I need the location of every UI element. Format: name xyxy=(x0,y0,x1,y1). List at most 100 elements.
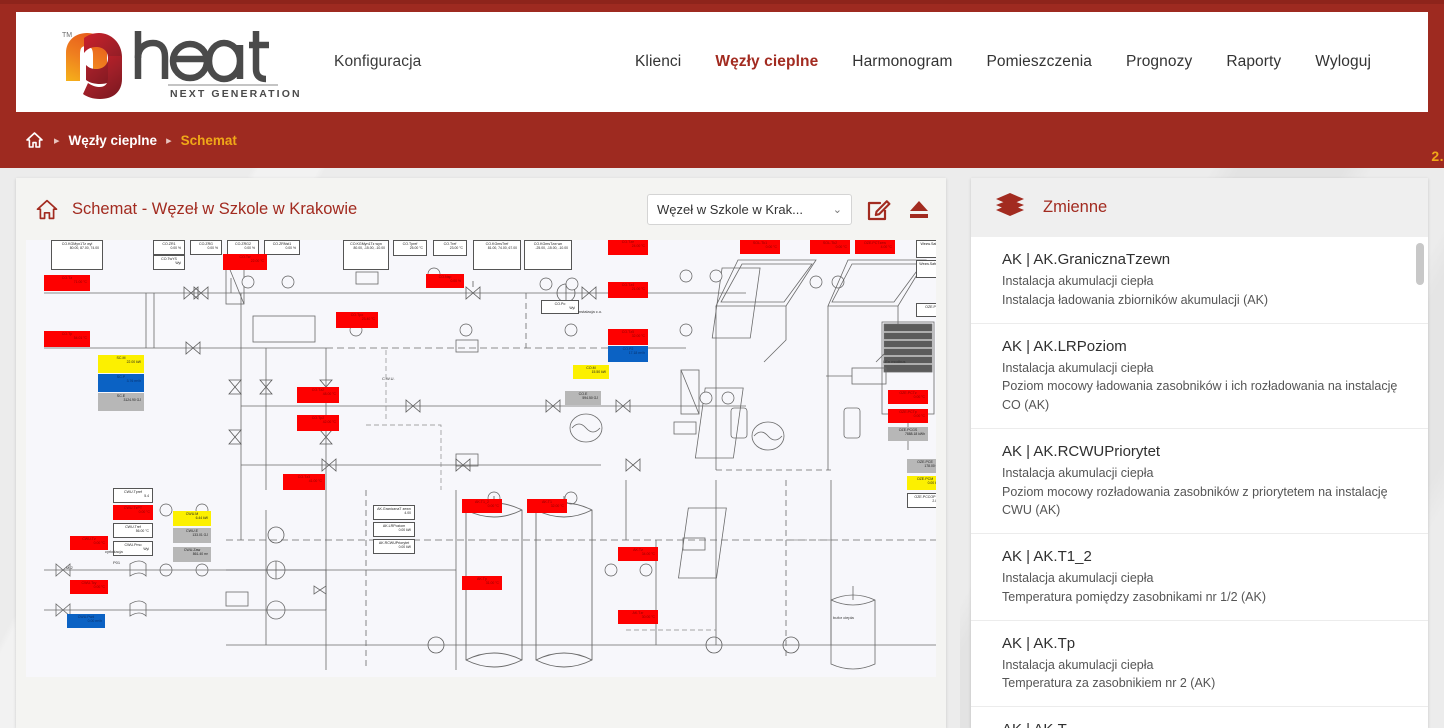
diagram-label[interactable]: CO.Nsp 0.00 % xyxy=(426,274,464,288)
variables-scrollbar-track[interactable] xyxy=(1416,241,1424,724)
diagram-label-value: 9.4 xyxy=(918,246,936,250)
diagram-label-value: 7888.18 kWh xyxy=(905,432,925,437)
schematic-panel: Schemat - Węzeł w Szkole w Krakowie Węze… xyxy=(16,178,946,728)
diagram-label[interactable]: Wezw.SafetyOl s9.4 xyxy=(916,240,936,258)
nav-item-klienci[interactable]: Klienci xyxy=(618,53,698,71)
diagram-label[interactable]: CWU.Pwd 0.00 m³/h xyxy=(67,614,105,628)
diagram-label[interactable]: CO.Tp2 42.00 °C xyxy=(297,415,339,431)
schematic-canvas[interactable]: CO.KGMyn1Tz wyl 80.00, 87.00, 74.00 CO.ZR1… xyxy=(26,240,936,677)
diagram-label-value: 0.00 °C xyxy=(487,504,499,509)
nav-item-konfiguracja[interactable]: Konfiguracja xyxy=(334,53,421,71)
diagram-label[interactable]: CO.Tz5 32.00 °C xyxy=(608,329,648,345)
diagram-label[interactable]: AK.Tzr 30.00 °C xyxy=(618,610,658,624)
variable-group: Instalacja akumulacji ciepła xyxy=(1002,274,1154,288)
diagram-label[interactable]: CO.Tze 24.00 °C xyxy=(608,240,648,255)
nav-item-wyloguj[interactable]: Wyloguj xyxy=(1298,53,1388,71)
diagram-label[interactable]: OZE.PCTzew 4.00 °C xyxy=(855,240,895,254)
list-item[interactable]: AK | AK.GranicznaTzewn Instalacja akumul… xyxy=(971,237,1428,324)
diagram-label[interactable]: AK.T1_2 0.00 °C xyxy=(462,499,502,513)
list-item[interactable]: AK | AK.T xyxy=(971,707,1428,728)
diagram-label[interactable]: CWU.Zaw 861.40 m³ xyxy=(173,547,211,562)
diagram-label[interactable]: OZE.PCE178.00 GJ xyxy=(907,459,936,473)
diagram-label[interactable]: CO.P2 17.18 m³/h xyxy=(608,346,648,362)
diagram-label[interactable]: OZE.PCTref50.00 °C xyxy=(916,303,936,317)
diagram-label[interactable]: CWU.Tref 56.00 °C xyxy=(113,523,153,538)
schematic-home-icon[interactable] xyxy=(36,199,58,220)
diagram-label[interactable]: AK.T1 32.00 °C xyxy=(527,499,567,513)
diagram-label-value: 22.00 kW xyxy=(126,360,141,365)
list-item[interactable]: AK | AK.T1_2 Instalacja akumulacji ciepł… xyxy=(971,534,1428,621)
diagram-label[interactable]: CO.Tpo 23.40 °C xyxy=(336,312,378,328)
diagram-label[interactable]: CO.Po Wyl xyxy=(541,300,579,314)
diagram-label[interactable]: AK.Tz 34.00 °C xyxy=(618,547,658,561)
variable-name: AK | AK.T1_2 xyxy=(1002,548,1092,565)
diagram-label-value: 0.00 °C xyxy=(93,585,105,590)
diagram-label[interactable]: CO.KGmsTzw wn -25.00, -15.00, -10.00 xyxy=(524,240,572,270)
diagram-label[interactable]: CWU.M 6.44 kW xyxy=(173,511,211,526)
diagram-label[interactable]: CO.KGMyn1Tz wyl 80.00, 87.00, 74.00 xyxy=(51,240,103,270)
diagram-label[interactable]: OZE.PCTz 0.00 °C xyxy=(888,390,928,404)
diagram-label[interactable]: OZE.PCTp 0.00 °C xyxy=(888,409,928,423)
diagram-label[interactable]: SOL.Tk1 0.00 °C xyxy=(740,240,780,254)
list-item[interactable]: AK | AK.RCWUPriorytet Instalacja akumula… xyxy=(971,429,1428,534)
diagram-label[interactable]: CWU.Tcy 0.00 °C xyxy=(70,580,108,594)
diagram-label[interactable]: SC.M 22.00 kW xyxy=(98,355,144,373)
nav-item-wezly-cieplne[interactable]: Węzły cieplne xyxy=(698,53,835,77)
diagram-label[interactable]: OZE.PCCOP2.85 xyxy=(907,493,936,508)
nav-item-raporty[interactable]: Raporty xyxy=(1209,53,1298,71)
edit-pencil-icon[interactable] xyxy=(866,196,892,222)
diagram-label[interactable]: AK.RCWUPriorytet 0.00 kW xyxy=(373,539,415,554)
nav-item-prognozy[interactable]: Prognozy xyxy=(1109,53,1209,71)
variable-description: Instalacja ładowania zbiorników akumulac… xyxy=(1002,292,1269,307)
diagram-label-value: 0.00 kW xyxy=(927,481,936,486)
home-icon[interactable] xyxy=(26,132,43,148)
diagram-label[interactable]: CO.ZRNst1 0.00 % xyxy=(264,240,300,255)
nav-item-pomieszczenia[interactable]: Pomieszczenia xyxy=(969,53,1109,71)
eject-icon[interactable] xyxy=(906,196,932,222)
diagram-label[interactable]: CO.Tref 23.00 °C xyxy=(433,240,467,256)
variables-list[interactable]: AK | AK.GranicznaTzewn Instalacja akumul… xyxy=(971,237,1428,728)
diagram-label[interactable]: CO.KGmsTref 81.00, 74.00, 67.00 xyxy=(473,240,521,270)
diagram-label[interactable]: CO.Tz2 48.00 °C xyxy=(297,387,339,403)
diagram-label[interactable]: OZE.PCM0.00 kW xyxy=(907,476,936,490)
diagram-label[interactable]: Wezw.SafetyFl stpWyl xyxy=(916,260,936,278)
diagram-label-value: 133.01 GJ xyxy=(192,533,208,538)
diagram-label[interactable]: CO.E 594.50 GJ xyxy=(565,391,601,405)
diagram-label[interactable]: CO.ZR1 0.00 % xyxy=(153,240,185,255)
variable-description: Temperatura pomiędzy zasobnikami nr 1/2 … xyxy=(1002,589,1267,604)
diagram-label[interactable]: OZE.PCGS 7888.18 kWh xyxy=(888,427,928,441)
ngheat-logo-icon: TM NEXT GENERATION HEAT xyxy=(62,31,300,100)
node-select-dropdown[interactable]: Węzeł w Szkole w Krak... ⌄ xyxy=(647,193,852,225)
diagram-label[interactable]: CO.Tz3 41.00 °C xyxy=(283,474,325,490)
diagram-label[interactable]: SOL.Tk2 0.00 °C xyxy=(810,240,850,254)
diagram-label[interactable]: CWU.Tpref 5.4 xyxy=(113,488,153,503)
diagram-label[interactable]: AK.GranicznaT zewn 4.00 xyxy=(373,505,415,520)
diagram-label[interactable]: CO.Tw 22.00 °C xyxy=(223,254,267,270)
diagram-label[interactable]: CO.ZRG 0.00 % xyxy=(190,240,222,255)
diagram-caption: C.W.U. xyxy=(382,376,395,381)
diagram-label[interactable]: SC.E 3124.90 GJ xyxy=(98,393,144,411)
diagram-label[interactable]: CO.Tpref 25.00 °C xyxy=(393,240,427,256)
diagram-label[interactable]: CWU.TzPT 0.00 °C xyxy=(113,505,153,520)
diagram-label[interactable]: AK.Tp 31.00 °C xyxy=(462,576,502,590)
breadcrumb-separator-1: ▸ xyxy=(54,134,60,147)
diagram-label[interactable]: CO.Tp 54.01 °C xyxy=(44,331,90,347)
nav-item-harmonogram[interactable]: Harmonogram xyxy=(835,53,969,71)
diagram-label[interactable]: CWU.E 133.01 GJ xyxy=(173,528,211,543)
list-item[interactable]: AK | AK.Tp Instalacja akumulacji ciepła … xyxy=(971,621,1428,707)
list-item[interactable]: AK | AK.LRPoziom Instalacja akumulacji c… xyxy=(971,324,1428,429)
diagram-label[interactable]: CO.TwYS Wyl xyxy=(153,255,185,270)
diagram-label[interactable]: CO.ZRG2 0.00 % xyxy=(227,240,259,255)
diagram-label[interactable]: SC.P 3.76 m³/h xyxy=(98,374,144,392)
diagram-label[interactable]: CWU.Tz 0.00 °C xyxy=(70,536,108,550)
brand-logo[interactable]: TM NEXT GENERATION HEAT xyxy=(16,12,316,112)
diagram-label-value: 32.00 °C xyxy=(550,504,564,509)
diagram-label[interactable]: CO.M 15.50 kW xyxy=(573,365,609,379)
variables-scrollbar-thumb[interactable] xyxy=(1416,243,1424,285)
diagram-label-key: Wezw.SafetyFl stp xyxy=(919,262,936,266)
diagram-label[interactable]: CO.Tz4 21.00 °C xyxy=(608,282,648,298)
breadcrumb-item-wezly-cieplne[interactable]: Węzły cieplne xyxy=(69,133,158,148)
diagram-label[interactable]: AK.LRPoziom 0.00 kW xyxy=(373,522,415,537)
diagram-label[interactable]: CO.KGMyn1Tz wyn 80.00, -15.00, -10.00 xyxy=(343,240,389,270)
diagram-label[interactable]: CO.Tz 71.00 °C xyxy=(44,275,90,291)
